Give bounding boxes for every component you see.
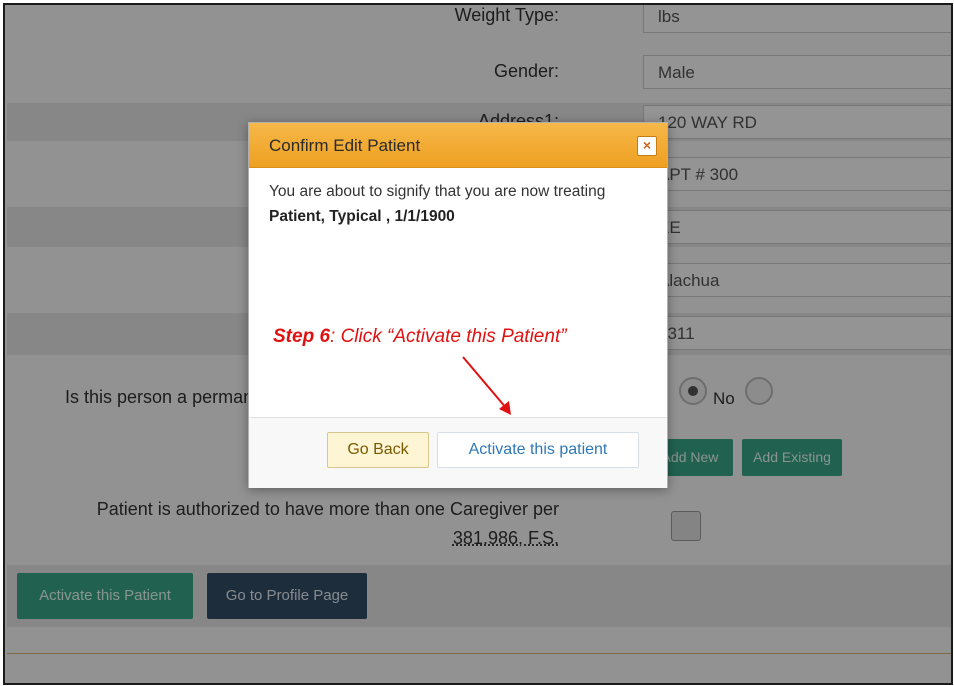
dialog-footer: Go Back Activate this patient	[249, 417, 667, 488]
dialog-title: Confirm Edit Patient	[269, 136, 421, 155]
annotation-arrow-icon	[462, 356, 511, 415]
step-annotation: Step 6: Click “Activate this Patient”	[273, 326, 567, 348]
close-icon[interactable]: ×	[637, 136, 657, 156]
step-number: Step 6	[273, 326, 331, 347]
dialog-header: Confirm Edit Patient ×	[249, 123, 667, 168]
step-instruction: : Click “Activate this Patient”	[330, 326, 567, 347]
confirm-edit-patient-dialog: Confirm Edit Patient × You are about to …	[248, 122, 668, 488]
go-back-button[interactable]: Go Back	[327, 432, 429, 468]
dialog-body: You are about to signify that you are no…	[269, 179, 649, 229]
activate-this-patient-button[interactable]: Activate this patient	[437, 432, 639, 468]
dialog-message: You are about to signify that you are no…	[269, 183, 606, 200]
patient-info: Patient, Typical , 1/1/1900	[269, 208, 455, 225]
